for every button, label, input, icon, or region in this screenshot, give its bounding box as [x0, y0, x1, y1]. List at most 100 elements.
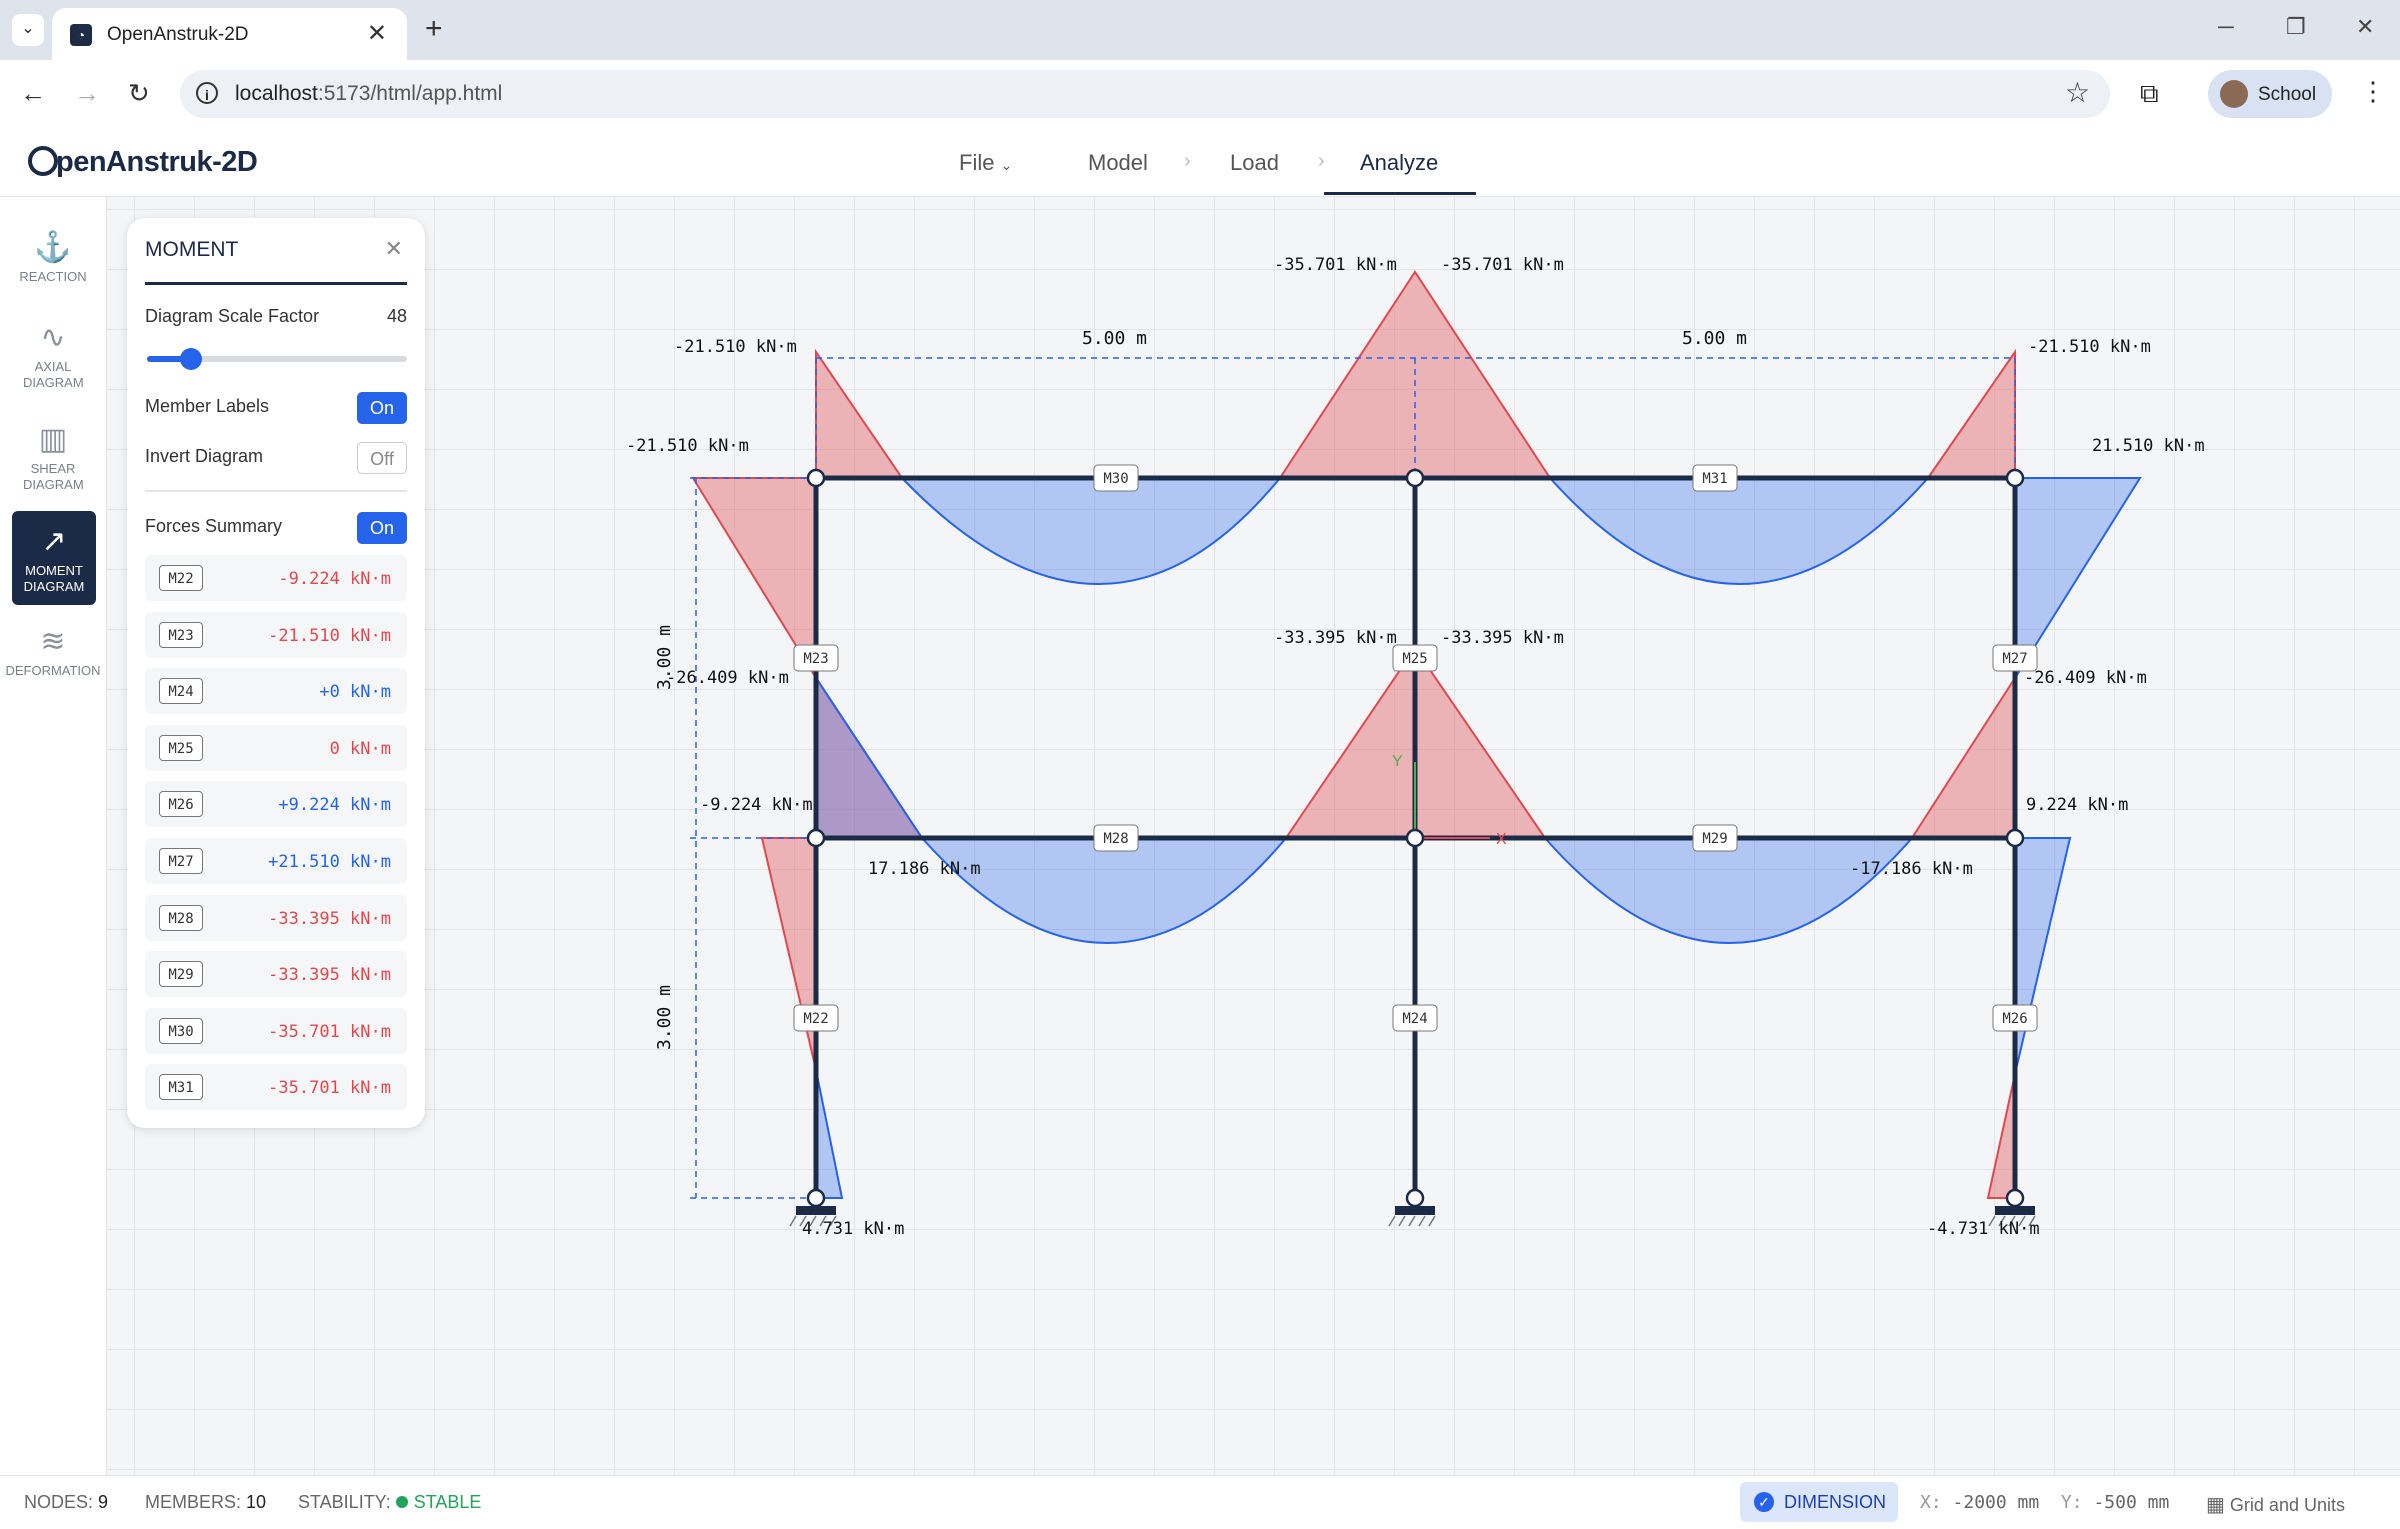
back-arrow-icon[interactable]: ←	[20, 78, 46, 109]
fixed-support-icon	[796, 1206, 836, 1215]
panel-title-underline	[145, 282, 407, 285]
moment-area-m29-span	[1542, 837, 1915, 944]
member-label-m22[interactable]: M22	[793, 1004, 839, 1032]
dimension-label: DIMENSION	[1784, 1492, 1887, 1512]
slider-knob[interactable]	[180, 348, 203, 370]
svg-text:M26: M26	[2002, 1011, 2027, 1027]
member-id-badge: M28	[159, 904, 203, 931]
profile-button[interactable]: School	[2208, 70, 2332, 118]
menu-load[interactable]: Load	[1230, 150, 1279, 176]
bookmark-star-icon[interactable]: ☆	[2065, 76, 2090, 109]
node[interactable]	[806, 1188, 826, 1208]
node[interactable]	[2005, 828, 2025, 848]
analysis-sidebar: ⚓ REACTION ∿ AXIAL DIAGRAM ▥ SHEAR DIAGR…	[0, 197, 107, 1475]
member-label-m30[interactable]: M30	[1093, 464, 1139, 492]
rail-moment-diagram[interactable]: ↗ MOMENT DIAGRAM	[12, 511, 96, 605]
restore-icon[interactable]: ❐	[2286, 14, 2306, 40]
x-axis-label: X	[1496, 831, 1507, 848]
browser-tab[interactable]: ◔ OpenAnstruk-2D ✕	[52, 8, 407, 60]
node[interactable]	[2005, 468, 2025, 488]
dimension-story-upper: 3.00 m	[654, 625, 675, 690]
member-label-m23[interactable]: M23	[793, 644, 839, 672]
member-label-m28[interactable]: M28	[1093, 824, 1139, 852]
member-label-m24[interactable]: M24	[1392, 1004, 1438, 1032]
panel-title: MOMENT	[145, 238, 239, 261]
moment-area-m31-right	[1926, 348, 2016, 479]
new-tab-plus-icon[interactable]: +	[425, 12, 443, 46]
cursor-coordinates: X: -2000 mm Y: -500 mm	[1920, 1492, 2170, 1513]
moment-diagram-svg[interactable]: Y X M30 M31 M23 M25 M27 M28 M29 M22 M24	[107, 197, 2400, 1475]
browser-menu-icon[interactable]: ⋮	[2360, 76, 2386, 107]
reload-icon[interactable]: ↻	[128, 78, 150, 109]
member-id-badge: M24	[159, 678, 203, 705]
stable-dot-icon	[395, 1496, 408, 1508]
tab-search-chevron-icon[interactable]: ⌄	[12, 14, 44, 46]
waves-icon: ≋	[40, 625, 66, 658]
browser-toolbar: ← → ↻ i localhost:5173/html/app.html ☆ ⧉…	[0, 60, 2400, 131]
node[interactable]	[1405, 468, 1425, 488]
node[interactable]	[2005, 1188, 2025, 1208]
svg-text:M29: M29	[1702, 831, 1727, 847]
moment-label: 4.731 kN·m	[802, 1219, 904, 1239]
member-labels-toggle[interactable]: On	[357, 392, 407, 424]
forward-arrow-icon[interactable]: →	[74, 78, 100, 109]
node[interactable]	[806, 828, 826, 848]
moment-label: 21.510 kN·m	[2092, 436, 2205, 456]
moment-label: -21.510 kN·m	[674, 337, 797, 357]
url-text: localhost:5173/html/app.html	[235, 82, 503, 105]
rail-shear-diagram[interactable]: ▥ SHEAR DIAGRAM	[0, 423, 106, 493]
minimize-icon[interactable]: ─	[2218, 14, 2234, 40]
panel-divider	[145, 490, 407, 492]
rail-deformation[interactable]: ≋ DEFORMATION	[0, 625, 106, 679]
member-id-badge: M25	[159, 734, 203, 761]
moment-area-m26-top	[2014, 837, 2072, 1075]
stability-status: STABILITY: STABLE	[298, 1492, 482, 1512]
node[interactable]	[1405, 828, 1425, 848]
moment-label: -35.701 kN·m	[1274, 255, 1397, 275]
member-id-badge: M31	[159, 1074, 203, 1101]
structure-canvas[interactable]: Y X M30 M31 M23 M25 M27 M28 M29 M22 M24	[107, 197, 2400, 1475]
panel-close-icon[interactable]: ✕	[385, 236, 403, 262]
force-value: +9.224 kN·m	[278, 795, 391, 816]
force-value: 0 kN·m	[329, 738, 391, 759]
invert-diagram-toggle[interactable]: Off	[357, 442, 407, 474]
rail-label: MOMENT DIAGRAM	[23, 563, 85, 594]
member-label-m25[interactable]: M25	[1392, 644, 1438, 672]
force-row: M25 0 kN·m	[145, 724, 407, 771]
svg-text:M23: M23	[803, 651, 828, 667]
tab-title: OpenAnstruk-2D	[107, 24, 249, 45]
address-bar[interactable]: i localhost:5173/html/app.html ☆	[180, 70, 2110, 118]
forces-summary-toggle[interactable]: On	[357, 512, 407, 544]
app-logo[interactable]: penAnstruk-2D	[28, 146, 258, 179]
extensions-puzzle-icon[interactable]: ⧉	[2140, 78, 2159, 110]
member-id-badge: M26	[159, 791, 203, 818]
member-label-m26[interactable]: M26	[1992, 1004, 2038, 1032]
tab-close-icon[interactable]: ✕	[367, 19, 387, 48]
member-label-m29[interactable]: M29	[1692, 824, 1738, 852]
node[interactable]	[806, 468, 826, 488]
menu-file[interactable]: File ⌄	[959, 150, 1012, 176]
breadcrumb-chevron-icon: ›	[1184, 150, 1191, 172]
grid-units-button[interactable]: ▦ Grid and Units	[2206, 1492, 2345, 1517]
force-row: M23 -21.510 kN·m	[145, 611, 407, 658]
fixed-support-icon	[1995, 1206, 2035, 1215]
member-label-m31[interactable]: M31	[1692, 464, 1738, 492]
menu-model[interactable]: Model	[1088, 150, 1148, 176]
svg-text:M24: M24	[1402, 1011, 1427, 1027]
status-bar: NODES: 9 MEMBERS: 10 STABILITY: STABLE ✓…	[0, 1475, 2400, 1529]
check-icon: ✓	[1754, 1492, 1774, 1512]
rail-axial-diagram[interactable]: ∿ AXIAL DIAGRAM	[0, 321, 106, 391]
scale-factor-slider[interactable]	[147, 348, 407, 370]
members-count: MEMBERS: 10	[145, 1492, 267, 1512]
site-info-icon[interactable]: i	[196, 82, 218, 104]
menu-analyze[interactable]: Analyze	[1360, 150, 1438, 176]
dimension-toggle[interactable]: ✓ DIMENSION	[1740, 1482, 1898, 1522]
app-header: penAnstruk-2D File ⌄ Model › Load › Anal…	[0, 130, 2400, 197]
moment-label: -4.731 kN·m	[1927, 1219, 2040, 1239]
moment-area-m22-bottom	[815, 1069, 844, 1199]
breadcrumb-chevron-icon: ›	[1318, 150, 1325, 172]
y-axis-label: Y	[1392, 753, 1403, 770]
rail-reaction[interactable]: ⚓ REACTION	[0, 231, 106, 285]
window-close-icon[interactable]: ✕	[2356, 14, 2374, 40]
node[interactable]	[1405, 1188, 1425, 1208]
